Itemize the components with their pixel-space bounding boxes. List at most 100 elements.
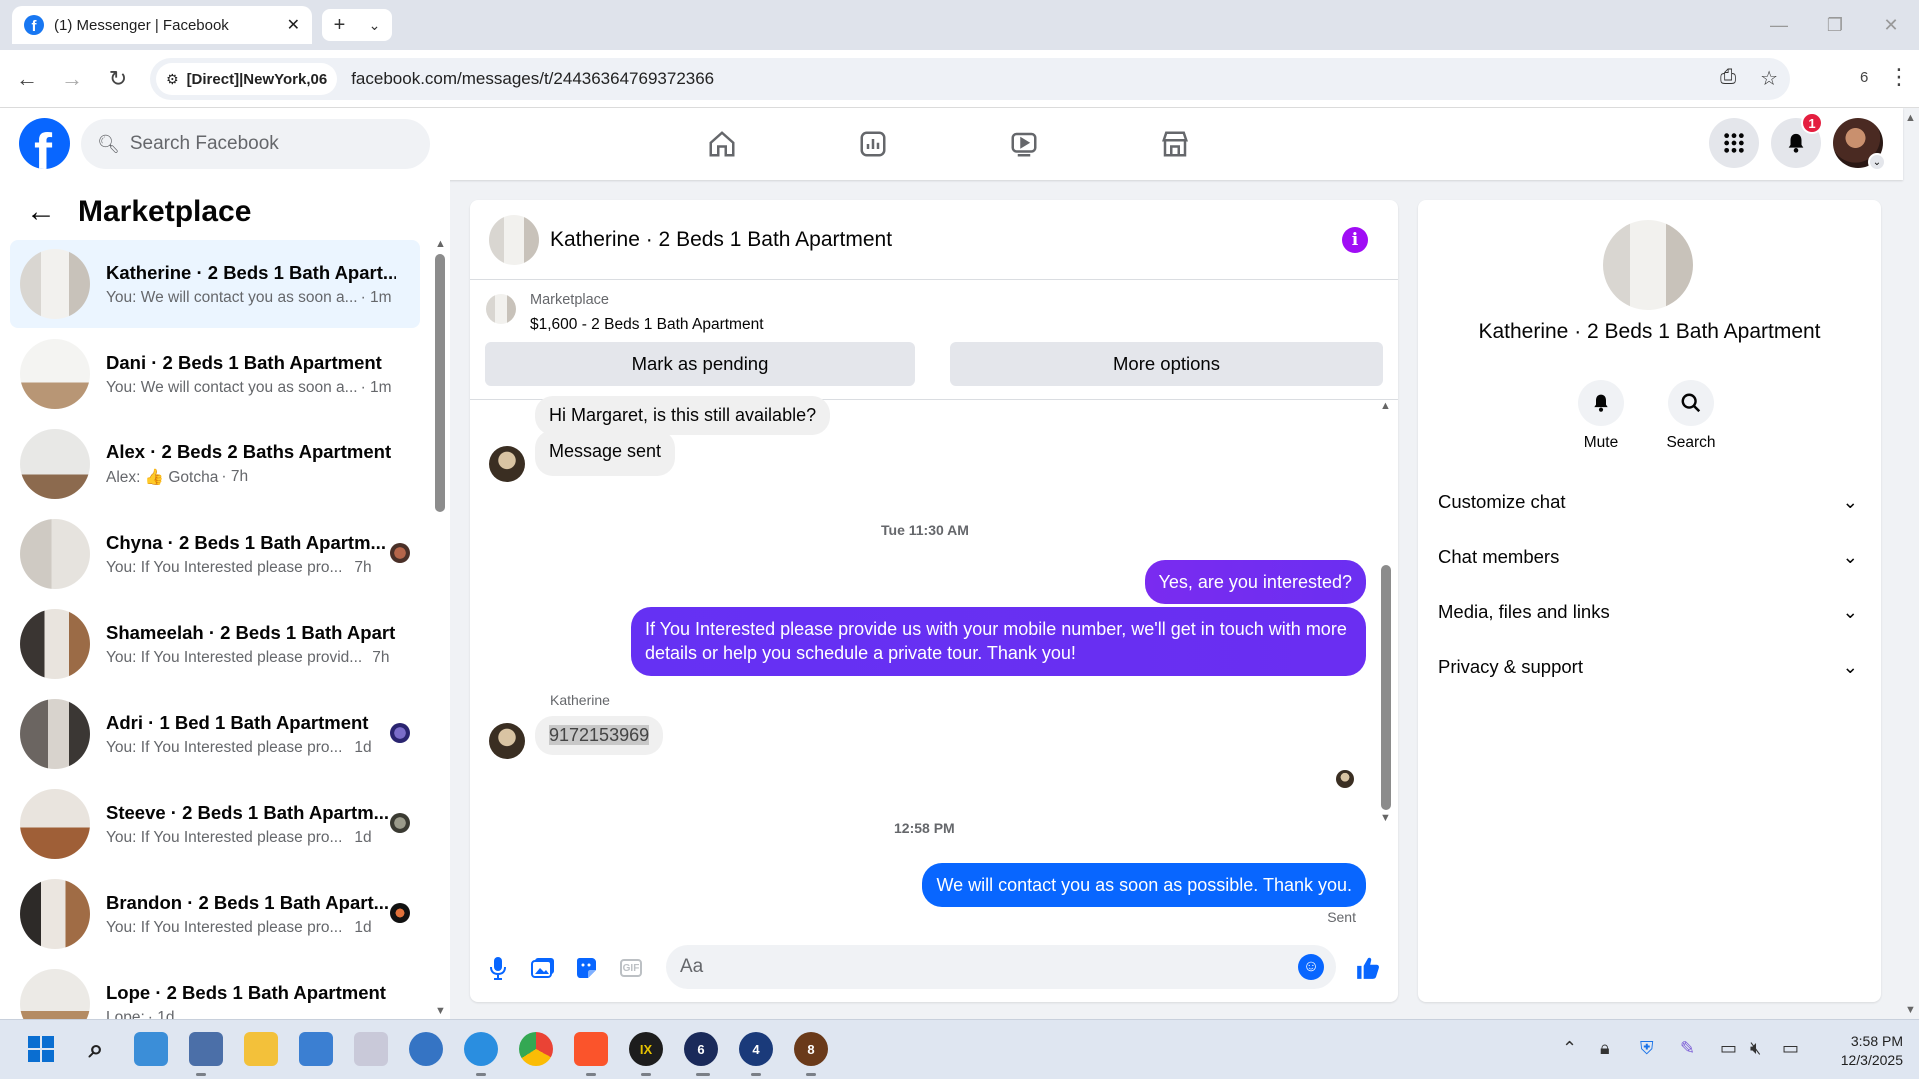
scroll-up-icon[interactable]: ▲ [435, 238, 446, 250]
conversation-item[interactable]: Shameelah · 2 Beds 1 Bath Apart... You: … [10, 600, 420, 688]
minimize-icon[interactable]: — [1751, 0, 1807, 50]
browser-tab[interactable]: f (1) Messenger | Facebook ✕ [12, 6, 312, 44]
conversation-name: Dani · 2 Beds 1 Bath Apartment [106, 351, 382, 373]
taskbar-settings-app-icon[interactable] [299, 1032, 333, 1066]
scrollbar-thumb[interactable] [435, 254, 445, 512]
chrome-icon[interactable] [519, 1032, 553, 1066]
install-app-icon[interactable]: ⎙ [1720, 66, 1736, 91]
chat-scrollbar[interactable]: ▲ ▼ [1380, 400, 1392, 930]
search-in-chat-button[interactable]: Search [1651, 380, 1731, 452]
customize-chat-section[interactable]: Customize chat ⌄ [1438, 482, 1868, 522]
close-tab-icon[interactable]: ✕ [287, 15, 300, 35]
conversation-item[interactable]: Katherine · 2 Beds 1 Bath Apart... You: … [10, 240, 420, 328]
conversation-item[interactable]: Adri · 1 Bed 1 Bath Apartment You: If Yo… [10, 690, 420, 778]
address-bar: ← → ↻ ⚙ [Direct]|NewYork,06 facebook.com… [0, 50, 1919, 108]
new-tab-icon[interactable]: + [334, 14, 346, 37]
like-thumbs-up-icon[interactable] [1355, 955, 1381, 981]
mute-button[interactable]: Mute [1561, 380, 1641, 452]
browser-menu-icon[interactable]: ⋮ [1888, 64, 1910, 90]
profile-browser-4-icon[interactable]: 4 [739, 1032, 773, 1066]
system-clock[interactable]: 3:58 PM 12/3/2025 [1841, 1032, 1903, 1070]
scroll-down-icon[interactable]: ▼ [435, 1005, 446, 1017]
tab-search-chevron-icon[interactable]: ⌄ [369, 17, 381, 34]
facebook-logo-icon[interactable]: f [19, 118, 70, 169]
privacy-support-section[interactable]: Privacy & support ⌄ [1438, 647, 1868, 687]
sticker-icon[interactable] [573, 955, 599, 981]
taskbar-search-icon[interactable]: ⌕ [79, 1032, 113, 1066]
windows-taskbar: ⌕ IX 6 4 8 ⌃ 🔒︎ ⛨ ✎ ▭ 🔇︎ ▭ 3:58 PM 12/3/… [0, 1019, 1919, 1079]
listing-thumbnail[interactable] [486, 294, 516, 324]
microphone-icon[interactable] [485, 955, 511, 981]
message-input[interactable]: Aa ☺ [666, 945, 1336, 989]
extensions-count[interactable]: 6 [1860, 69, 1868, 86]
back-arrow-icon[interactable]: ← [26, 195, 56, 229]
photo-icon[interactable] [530, 955, 556, 981]
taskbar-snipping-icon[interactable] [354, 1032, 388, 1066]
taskbar-network-app-icon[interactable] [189, 1032, 223, 1066]
vpn-lock-icon[interactable]: 🔒︎ [1600, 1038, 1610, 1059]
scrollbar-thumb[interactable] [1381, 565, 1391, 810]
bookmark-star-icon[interactable]: ☆ [1760, 66, 1778, 91]
scroll-down-icon[interactable]: ▼ [1380, 812, 1391, 824]
pen-icon[interactable]: ✎ [1680, 1038, 1695, 1059]
windows-start-icon[interactable] [24, 1032, 58, 1066]
profile-browser-8-icon[interactable]: 8 [794, 1032, 828, 1066]
profile-browser-6-icon[interactable]: 6 [684, 1032, 718, 1066]
close-window-icon[interactable]: ✕ [1863, 0, 1919, 50]
menu-grid-button[interactable] [1709, 118, 1759, 168]
forward-arrow-icon[interactable]: → [57, 64, 87, 94]
conversation-item[interactable]: Lope · 2 Beds 1 Bath Apartment Lope: · 1… [10, 960, 420, 1020]
taskbar-globe-icon[interactable] [409, 1032, 443, 1066]
site-info-chip[interactable]: ⚙ [Direct]|NewYork,06 [156, 63, 338, 95]
scroll-up-icon[interactable]: ▲ [1380, 400, 1391, 412]
conversation-item[interactable]: Alex · 2 Beds 2 Baths Apartment Alex: 👍 … [10, 420, 420, 508]
security-shield-icon[interactable]: ⛨ [1640, 1038, 1654, 1059]
network-icon[interactable]: ▭ [1720, 1038, 1737, 1059]
taskbar-app-icon[interactable] [134, 1032, 168, 1066]
page-scroll-up-icon[interactable]: ▲ [1905, 112, 1916, 124]
emoji-icon[interactable]: ☺ [1298, 954, 1324, 980]
brave-icon[interactable] [574, 1032, 608, 1066]
volume-muted-icon[interactable]: 🔇︎ [1750, 1038, 1761, 1059]
media-files-links-section[interactable]: Media, files and links ⌄ [1438, 592, 1868, 632]
omnibox[interactable]: ⚙ [Direct]|NewYork,06 facebook.com/messa… [150, 58, 1790, 100]
conversation-item[interactable]: Dani · 2 Beds 1 Bath Apartment You: We w… [10, 330, 420, 418]
gif-icon[interactable]: GIF [620, 959, 642, 977]
sidebar-scrollbar[interactable]: ▲ [435, 238, 446, 690]
reload-icon[interactable]: ↻ [103, 64, 133, 94]
message-composer: GIF Aa ☺ [470, 940, 1398, 1002]
ixbrowser-icon[interactable]: IX [629, 1032, 663, 1066]
file-explorer-icon[interactable] [244, 1032, 278, 1066]
battery-icon[interactable]: ▭ [1782, 1038, 1799, 1059]
conversation-time: · 7h [221, 468, 249, 485]
listing-price-title[interactable]: $1,600 - 2 Beds 1 Bath Apartment [530, 316, 764, 334]
taskbar-browser-icon[interactable] [464, 1032, 498, 1066]
chat-title[interactable]: Katherine · 2 Beds 1 Bath Apartment [550, 228, 892, 252]
more-options-button[interactable]: More options [950, 342, 1383, 386]
sender-name: Katherine [550, 692, 610, 708]
show-hidden-icons-chevron[interactable]: ⌃ [1562, 1038, 1577, 1059]
dashboard-icon[interactable] [851, 122, 895, 166]
phone-number-text: 9172153969 [549, 725, 650, 745]
mark-as-pending-button[interactable]: Mark as pending [485, 342, 915, 386]
info-icon[interactable]: i [1342, 227, 1368, 253]
chat-members-section[interactable]: Chat members ⌄ [1438, 537, 1868, 577]
facebook-search-input[interactable]: 🔍︎ Search Facebook [81, 119, 430, 169]
read-receipt-avatar [1336, 770, 1354, 788]
conversation-item[interactable]: Chyna · 2 Beds 1 Bath Apartm... You: If … [10, 510, 420, 598]
profile-avatar[interactable]: ⌄ [1833, 118, 1886, 171]
page-scroll-down-icon[interactable]: ▼ [1905, 1004, 1916, 1016]
marketplace-sidebar: ← Marketplace Katherine · 2 Beds 1 Bath … [0, 180, 450, 1020]
marketplace-icon[interactable] [1153, 122, 1197, 166]
info-listing-avatar[interactable] [1603, 220, 1693, 310]
notifications-button[interactable]: 1 [1771, 112, 1823, 168]
home-icon[interactable] [700, 122, 744, 166]
taskbar-badge: 8 [807, 1041, 815, 1057]
back-arrow-icon[interactable]: ← [12, 64, 42, 94]
video-icon[interactable] [1002, 122, 1046, 166]
conversation-item[interactable]: Steeve · 2 Beds 1 Bath Apartm... You: If… [10, 780, 420, 868]
restore-icon[interactable]: ❐ [1807, 0, 1863, 50]
url-text[interactable]: facebook.com/messages/t/2443636476937236… [351, 69, 714, 89]
chat-listing-avatar[interactable] [489, 215, 539, 265]
conversation-item[interactable]: Brandon · 2 Beds 1 Bath Apart... You: If… [10, 870, 420, 958]
